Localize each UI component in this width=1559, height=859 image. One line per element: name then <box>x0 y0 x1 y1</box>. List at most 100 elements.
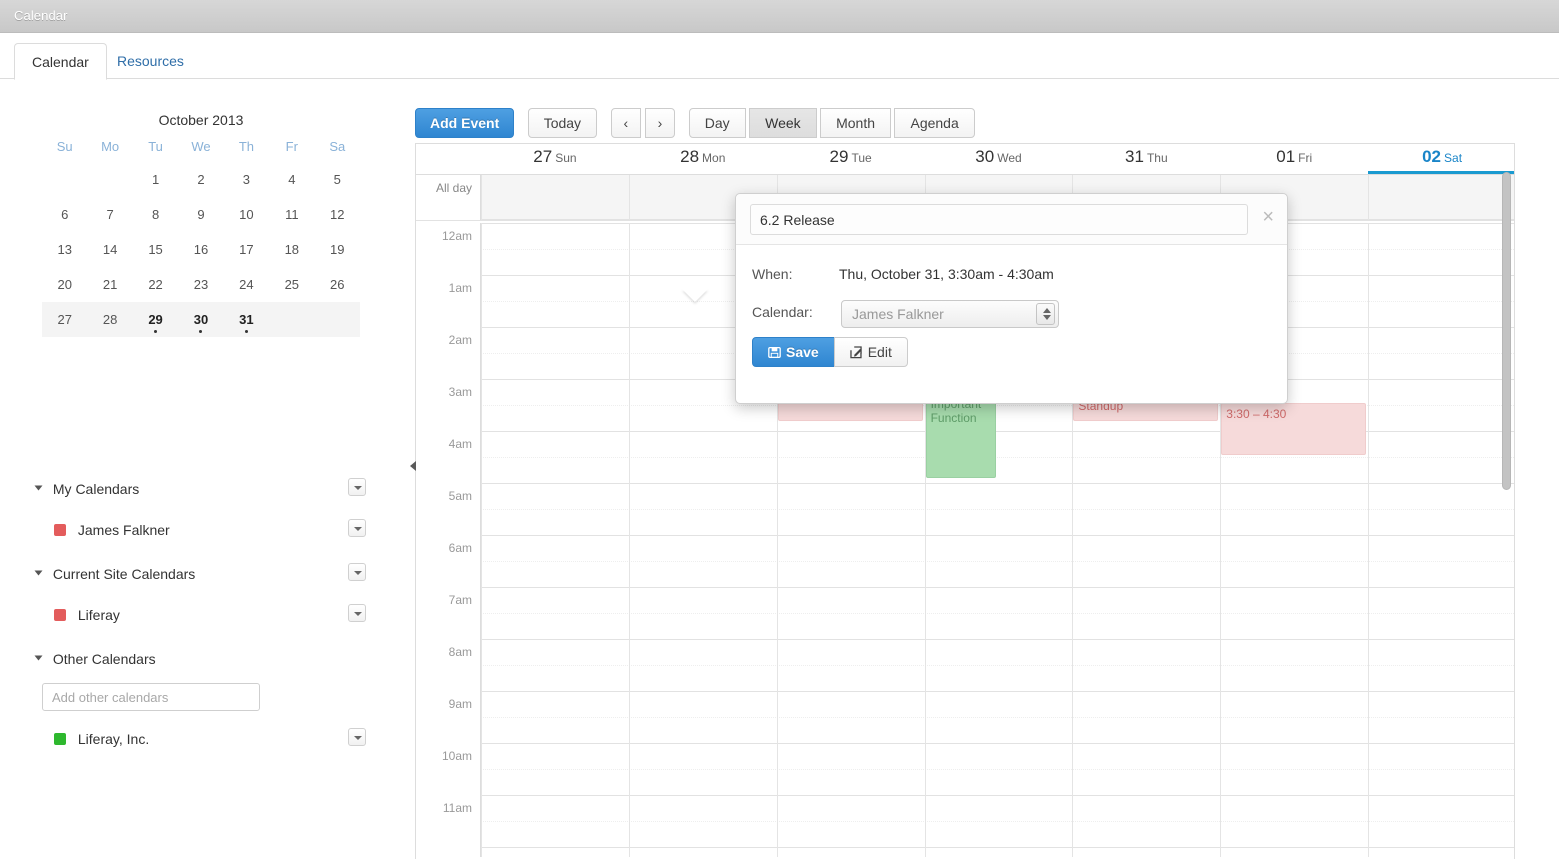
mini-calendar-day[interactable]: 26 <box>315 267 360 302</box>
mini-calendar-day <box>269 302 315 337</box>
sidebar-collapse-arrow-icon[interactable] <box>408 459 418 473</box>
chevron-down-icon <box>34 485 43 491</box>
edit-button[interactable]: Edit <box>833 337 908 368</box>
calendar-select[interactable]: James Falkner <box>841 300 1059 328</box>
mini-calendar-day[interactable]: 20 <box>42 267 87 302</box>
add-other-calendars-input[interactable] <box>42 683 260 711</box>
day-header-tue[interactable]: 29 Tue <box>777 147 925 172</box>
mini-calendar-day[interactable]: 18 <box>269 232 314 267</box>
calendar-select-value: James Falkner <box>852 306 944 322</box>
mini-calendar-day[interactable]: 4 <box>269 162 314 197</box>
mini-calendar-day[interactable]: 11 <box>269 197 314 232</box>
mini-calendar-day[interactable]: 30 <box>178 302 224 337</box>
mini-calendar-day[interactable]: 7 <box>87 197 132 232</box>
mini-calendar-day[interactable]: 12 <box>315 197 360 232</box>
calendar-item[interactable]: Liferay, Inc. <box>36 730 380 748</box>
tab-calendar[interactable]: Calendar <box>14 43 107 80</box>
half-hour-line <box>481 665 1514 666</box>
mini-calendar-day[interactable]: 29 <box>132 302 179 337</box>
event-dot <box>154 330 158 333</box>
calendar-item-label: James Falkner <box>77 522 170 538</box>
day-header-sat[interactable]: 02 Sat <box>1368 147 1514 172</box>
prev-week-button[interactable]: ‹ <box>610 108 642 138</box>
mini-calendar-day[interactable]: 22 <box>133 267 178 302</box>
mini-calendar-week: 12345 <box>42 162 360 197</box>
calendar-menu-button-liferay-inc[interactable] <box>348 728 366 746</box>
mini-calendar-day[interactable]: 1 <box>133 162 178 197</box>
next-week-button[interactable]: › <box>644 108 676 138</box>
mini-calendar-grid: Su Mo Tu We Th Fr Sa 1 2 3 4 5 6 7 8 9 10 11 12 13 14 15 16 17… <box>42 139 360 337</box>
mini-calendar-day[interactable]: 13 <box>42 232 87 267</box>
calendar-item-liferay: Liferay <box>36 604 380 624</box>
day-header-mon[interactable]: 28 Mon <box>629 147 777 172</box>
mini-calendar-day[interactable]: 21 <box>87 267 132 302</box>
calendar-item[interactable]: James Falkner <box>36 521 380 539</box>
tab-resources-label: Resources <box>117 53 184 69</box>
mini-calendar-day[interactable]: 28 <box>87 302 133 337</box>
mini-calendar-weekday: Fr <box>285 139 298 154</box>
mini-calendar-day[interactable]: 14 <box>87 232 132 267</box>
calendar-toolbar: Add Event Today ‹ › Day Week Month Agend… <box>415 108 975 138</box>
group-header-my-calendars[interactable]: My Calendars <box>34 480 380 498</box>
group-menu-button-my-calendars[interactable] <box>348 478 366 496</box>
calendar-menu-button-james-falkner[interactable] <box>348 519 366 537</box>
vertical-scrollbar-thumb[interactable] <box>1502 172 1511 490</box>
close-icon[interactable]: × <box>1262 207 1274 227</box>
day-header-wed[interactable]: 30 Wed <box>925 147 1073 172</box>
view-button-day[interactable]: Day <box>688 108 746 138</box>
view-button-agenda[interactable]: Agenda <box>894 108 975 138</box>
group-menu-button-current-site[interactable] <box>348 563 366 581</box>
color-swatch <box>54 609 66 621</box>
today-button[interactable]: Today <box>527 108 598 138</box>
hour-label: 1am <box>448 281 472 295</box>
mini-calendar-day[interactable]: 31 <box>223 302 270 337</box>
mini-calendar: October 2013 Su Mo Tu We Th Fr Sa 1 2 3 4 5 6 7 8 9 10 1… <box>42 112 360 337</box>
add-other-calendars-wrap <box>42 683 386 711</box>
calendar-label: Calendar: <box>752 304 813 320</box>
mini-calendar-weekday: Tu <box>148 139 163 154</box>
event-title-input[interactable] <box>750 204 1248 235</box>
group-label: Other Calendars <box>52 651 156 667</box>
mini-calendar-day[interactable]: 5 <box>315 162 360 197</box>
mini-calendar-day[interactable]: 19 <box>315 232 360 267</box>
mini-calendar-day[interactable]: 27 <box>42 302 88 337</box>
calendar-item-label: Liferay <box>77 607 120 623</box>
mini-calendar-week: 13 14 15 16 17 18 19 <box>42 232 360 267</box>
save-button[interactable]: Save <box>752 337 835 367</box>
mini-calendar-day[interactable]: 6 <box>42 197 87 232</box>
day-weekday: Sun <box>555 151 577 165</box>
vertical-scrollbar[interactable] <box>1502 148 1511 777</box>
calendar-event[interactable]: Important Function <box>925 393 997 478</box>
day-header-thu[interactable]: 31 Thu <box>1072 147 1220 172</box>
group-header-other[interactable]: Other Calendars <box>34 650 380 668</box>
mini-calendar-day[interactable]: 17 <box>224 232 269 267</box>
mini-calendar-day[interactable]: 25 <box>269 267 314 302</box>
mini-calendar-day[interactable]: 24 <box>224 267 269 302</box>
mini-calendar-day[interactable]: 3 <box>224 162 269 197</box>
day-header-sun[interactable]: 27 Sun <box>481 147 629 172</box>
mini-calendar-day[interactable]: 16 <box>178 232 223 267</box>
group-header-current-site[interactable]: Current Site Calendars <box>34 565 380 583</box>
day-number: 27 <box>533 147 553 166</box>
view-button-month[interactable]: Month <box>820 108 892 138</box>
calendar-item[interactable]: Liferay <box>36 606 380 624</box>
stepper-icon[interactable] <box>1036 303 1055 325</box>
view-button-week[interactable]: Week <box>749 108 817 138</box>
day-weekday: Thu <box>1146 151 1168 165</box>
mini-calendar-day[interactable]: 2 <box>178 162 223 197</box>
mini-calendar-day[interactable]: 10 <box>224 197 269 232</box>
tab-resources[interactable]: Resources <box>100 43 201 80</box>
mini-calendar-day[interactable]: 8 <box>133 197 178 232</box>
mini-calendar-day[interactable]: 9 <box>178 197 223 232</box>
add-event-button[interactable]: Add Event <box>415 108 515 138</box>
all-day-cell[interactable] <box>481 175 629 220</box>
edit-icon <box>850 340 863 368</box>
calendar-event[interactable]: 3:30 – 4:30 <box>1221 403 1367 455</box>
calendar-menu-button-liferay[interactable] <box>348 604 366 622</box>
all-day-cell[interactable] <box>1368 175 1514 220</box>
mini-calendar-day[interactable]: 23 <box>178 267 223 302</box>
day-header-fri[interactable]: 01 Fri <box>1220 147 1368 172</box>
mini-calendar-day[interactable]: 15 <box>133 232 178 267</box>
color-swatch <box>54 733 66 745</box>
when-label: When: <box>752 266 793 282</box>
